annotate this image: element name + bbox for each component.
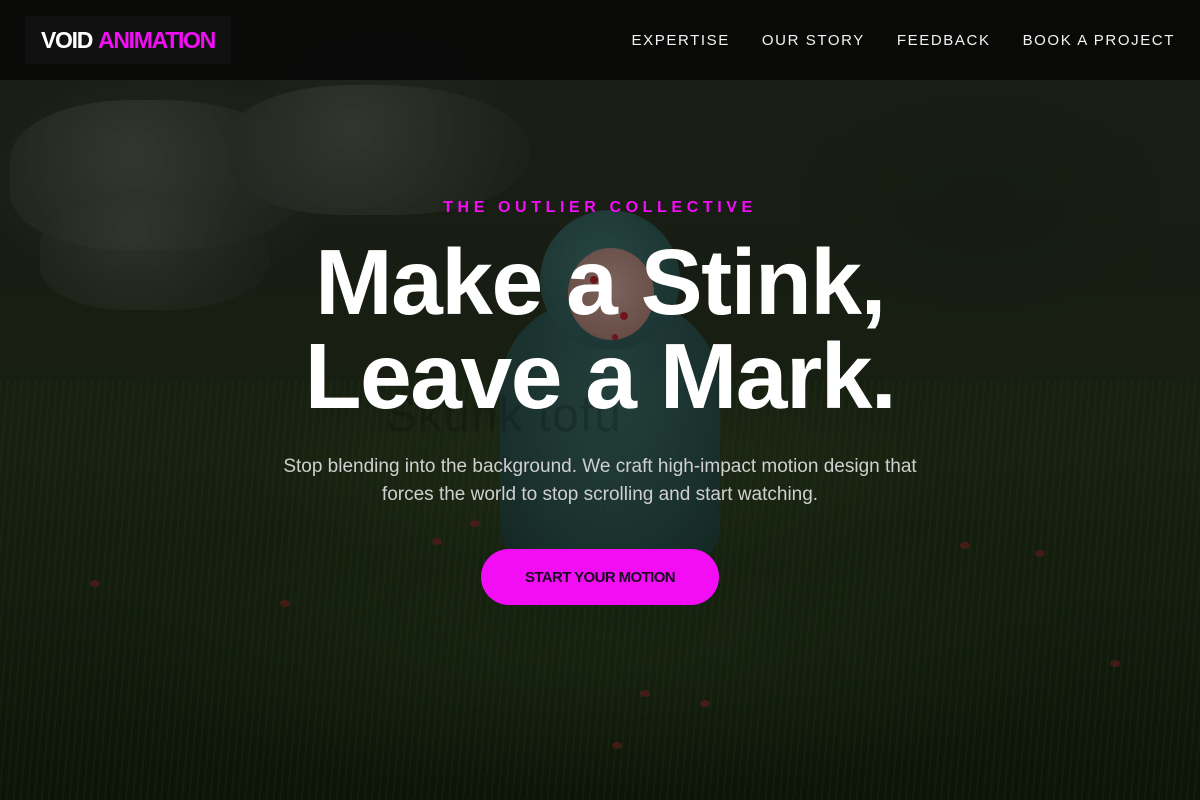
- hero-subtitle: Stop blending into the background. We cr…: [283, 456, 917, 505]
- headline-line-1: Make a Stink,: [315, 230, 886, 334]
- hero-section: THE OUTLIER COLLECTIVE Make a Stink, Lea…: [0, 0, 1200, 800]
- headline-line-2: Leave a Mark.: [304, 324, 897, 428]
- hero-eyebrow: THE OUTLIER COLLECTIVE: [443, 199, 757, 216]
- start-your-motion-button[interactable]: START YOUR MOTION: [481, 549, 719, 605]
- hero-headline: Make a Stink, Leave a Mark.: [304, 230, 897, 428]
